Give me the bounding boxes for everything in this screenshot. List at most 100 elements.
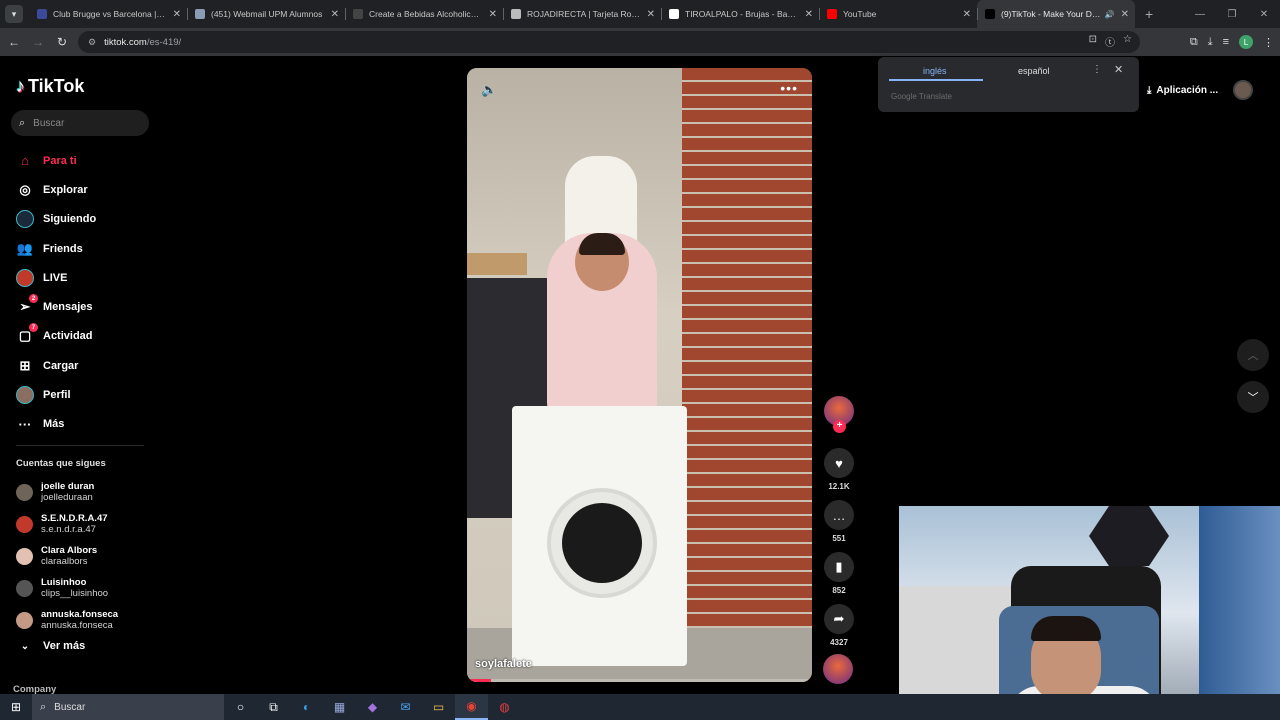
recording-app-icon[interactable]: ◍ [488,694,521,720]
volume-icon[interactable]: 🔈 [481,82,497,98]
tab-close-icon[interactable]: ✕ [489,9,497,20]
sidebar-item[interactable]: LIVE [16,263,146,292]
share-count: 4327 [830,638,848,647]
address-bar[interactable]: ⚙ tiktok.com/es-419/ ⊡ ⓣ ☆ [78,31,1140,53]
reload-button[interactable]: ↻ [50,30,74,54]
task-view-icon[interactable]: ⧉ [257,694,290,720]
reading-list-icon[interactable]: ≡ [1223,36,1229,48]
follow-plus-icon[interactable]: + [833,420,846,433]
share-arrow-icon: ➦ [833,611,845,626]
browser-tab[interactable]: (451) Webmail UPM Alumnos ✕ [187,0,345,28]
tab-target-language[interactable]: español [1018,66,1050,76]
toolbar-right: ⧉ ⤓ ≡ L ⋮ [1190,28,1274,56]
tiktok-logo[interactable]: ♪ TikTok [16,76,84,97]
tab-close-icon[interactable]: ✕ [1121,9,1129,20]
browser-tab[interactable]: Create a Bebidas Alcoholicas E ✕ [345,0,503,28]
back-button[interactable]: ← [2,30,26,54]
sidebar-item[interactable]: 👥 Friends [16,234,146,263]
sidebar-item[interactable]: ⊞ Cargar [16,351,146,380]
sidebar-item[interactable]: Siguiendo [16,205,146,234]
browser-tab[interactable]: TIROALPALO - Brujas - Barcelon ✕ [661,0,819,28]
video-more-icon[interactable]: ••• [780,80,798,96]
get-app-button[interactable]: ⤓ Aplicación ... [1147,80,1218,100]
tab-audio-icon[interactable]: 🔊 [1105,10,1115,19]
visual-studio-icon[interactable]: ◆ [356,694,389,720]
sidebar-item-label: Friends [43,242,83,255]
file-explorer-icon[interactable]: ▭ [422,694,455,720]
sidebar-item[interactable]: ◎ Explorar [16,175,146,204]
save-button[interactable]: ▮ [824,552,854,582]
home-icon: ⌂ [21,153,29,169]
translate-options-icon[interactable]: ⋮ [1092,64,1102,75]
tab-close-icon[interactable]: ✕ [331,9,339,20]
window-controls: — ❐ ✕ [1184,0,1280,28]
google-translate-brand: Google Translate [891,92,952,101]
tab-source-language[interactable]: inglés [923,66,947,76]
account-handle: clips__luisinhoo [41,588,109,599]
browser-tab[interactable]: YouTube ✕ [819,0,977,28]
account-name: Clara Albors [41,544,98,556]
author-avatar[interactable]: + [824,396,854,433]
store-icon[interactable]: ▦ [323,694,356,720]
tab-title: Create a Bebidas Alcoholicas E [369,9,483,19]
following-item[interactable]: Luisinhoo clips__luisinhoo [16,572,118,604]
previous-video-button[interactable]: ︿ [1237,339,1269,371]
comment-button[interactable]: … [824,500,854,530]
taskbar-search-placeholder: Buscar [54,701,86,713]
get-app-label: Aplicación ... [1156,84,1219,96]
taskbar-search[interactable]: ⌕ Buscar [32,694,224,720]
extensions-icon[interactable]: ⧉ [1190,36,1198,49]
install-app-icon[interactable]: ⊡ [1089,34,1097,49]
webcam-person-hair [1031,616,1101,641]
forward-button[interactable]: → [26,30,50,54]
tab-close-icon[interactable]: ✕ [647,9,655,20]
browser-tab[interactable]: (9)TikTok - Make Your Day 🔊 ✕ [977,0,1135,28]
mail-icon[interactable]: ✉ [389,694,422,720]
close-icon[interactable]: ✕ [1114,63,1123,76]
notification-badge: 2 [29,294,38,304]
following-item[interactable]: S.E.N.D.R.A.47 s.e.n.d.r.a.47 [16,508,118,540]
sidebar-item[interactable]: ▢ 7 Actividad [16,322,146,351]
tab-close-icon[interactable]: ✕ [173,9,181,20]
tab-favicon [37,9,47,19]
following-item[interactable]: annuska.fonseca annuska.fonseca [16,604,118,636]
search-input[interactable]: ⌕ Buscar [11,110,149,136]
browser-tab[interactable]: Club Brugge vs Barcelona | Alin ✕ [29,0,187,28]
account-handle: claraalbors [41,556,88,567]
sidebar-item[interactable]: Perfil [16,380,146,409]
profile-avatar[interactable]: L [1239,35,1253,49]
chrome-icon[interactable]: ◉ [455,694,488,720]
site-info-icon[interactable]: ⚙ [88,37,96,48]
user-avatar[interactable] [1233,80,1253,100]
share-button[interactable]: ➦ [824,604,854,634]
sidebar-item[interactable]: ⌂ Para ti [16,146,146,175]
following-item[interactable]: joelle duran joelleduraan [16,476,118,508]
translate-icon[interactable]: ⓣ [1105,34,1115,49]
sidebar-item[interactable]: ··· Más [16,410,146,439]
close-window-button[interactable]: ✕ [1248,0,1280,28]
edge-icon[interactable]: ◐ [290,694,323,720]
video-author[interactable]: soylafalete [475,658,532,670]
see-more-button[interactable]: ⌄ Ver más [16,640,85,652]
sidebar-item[interactable]: ➢ 2 Mensajes [16,292,146,321]
video-player[interactable]: 🔈 ••• soylafalete [467,68,812,682]
sidebar-item-label: Actividad [43,330,93,343]
windows-start-icon[interactable]: ⊞ [0,694,32,720]
browser-tab[interactable]: ROJADIRECTA | Tarjeta Roja TV ✕ [503,0,661,28]
like-button[interactable]: ♥ [824,448,854,478]
bookmark-star-icon[interactable]: ☆ [1123,34,1132,49]
tab-close-icon[interactable]: ✕ [805,9,813,20]
friends-icon: 👥 [16,240,34,256]
new-tab-button[interactable]: + [1145,6,1153,22]
cortana-icon[interactable]: ○ [224,694,257,720]
following-item[interactable]: Clara Albors claraalbors [16,540,118,572]
tab-close-icon[interactable]: ✕ [963,9,971,20]
music-disc-avatar[interactable] [823,654,853,684]
download-icon[interactable]: ⤓ [1208,36,1213,49]
restore-button[interactable]: ❐ [1216,0,1248,28]
next-video-button[interactable]: ﹀ [1237,381,1269,413]
minimize-button[interactable]: — [1184,0,1216,28]
video-progress-bar[interactable] [467,679,812,682]
tab-search-button[interactable]: ▾ [5,5,23,23]
chrome-menu-icon[interactable]: ⋮ [1263,36,1274,49]
